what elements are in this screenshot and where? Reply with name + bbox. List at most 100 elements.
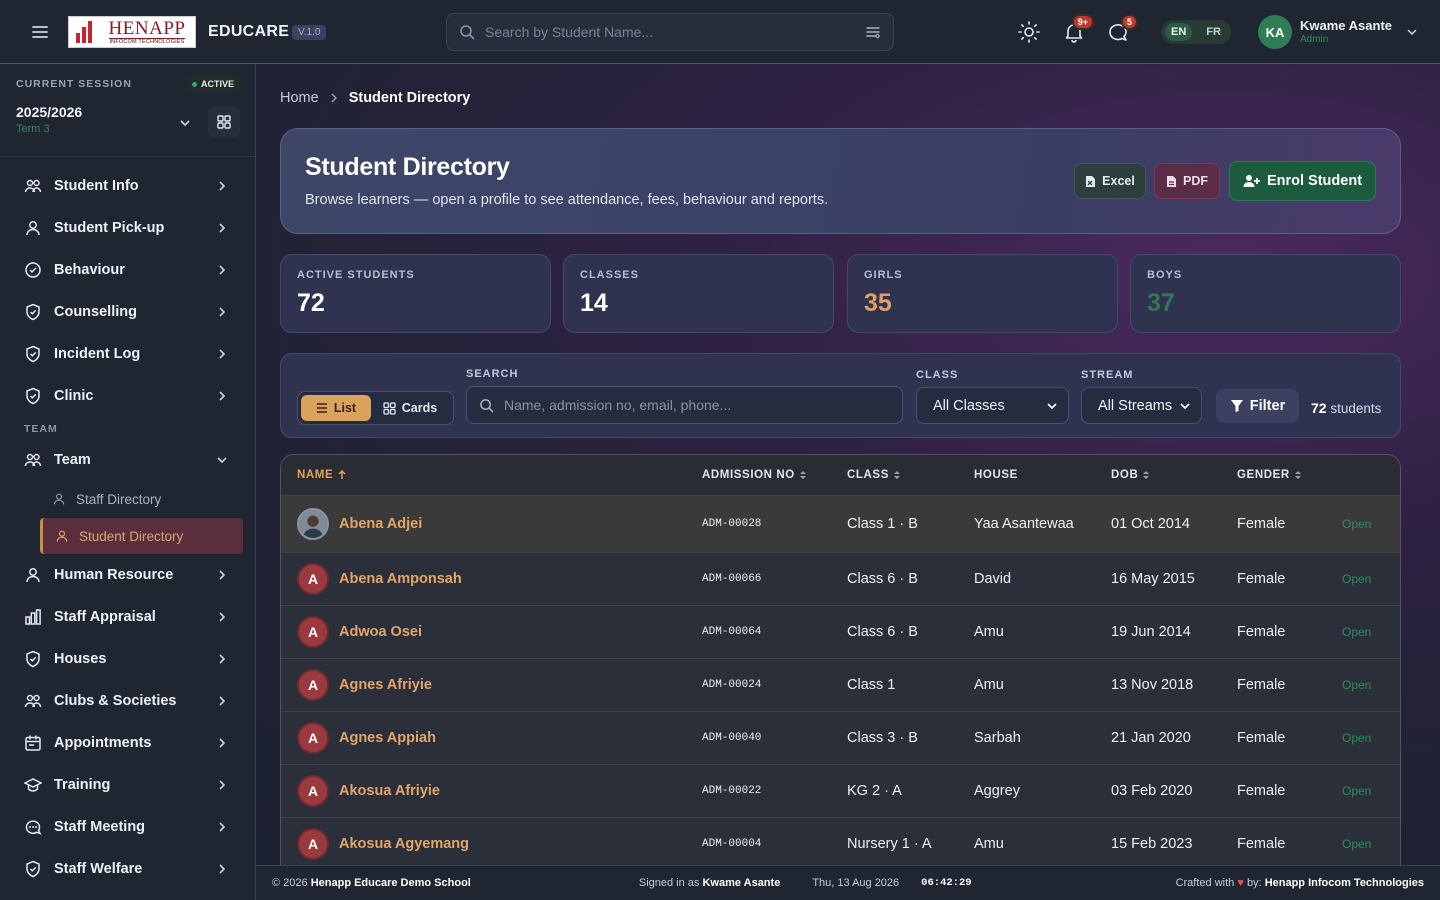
filter-button-label: Filter: [1249, 398, 1286, 414]
sort-icon: [1142, 470, 1150, 480]
sort-dob-header[interactable]: DOB: [1111, 469, 1237, 481]
apps-grid-button[interactable]: [208, 106, 240, 138]
search-icon: [459, 24, 475, 40]
breadcrumb-home-link[interactable]: Home: [280, 90, 319, 106]
top-bar: HENAPP INFOCOM TECHNOLOGIES EDUCARE V.1.…: [0, 0, 1440, 64]
sort-arrow-up-icon: [337, 470, 347, 480]
export-excel-button[interactable]: Excel: [1074, 163, 1146, 199]
sidebar-item-cpd-professional[interactable]: CPD / Professional: [0, 890, 255, 900]
crafted-prefix: Crafted with: [1175, 877, 1235, 889]
open-profile-link[interactable]: Open: [1342, 572, 1371, 586]
lang-en-button[interactable]: EN: [1165, 23, 1193, 41]
open-profile-link[interactable]: Open: [1342, 784, 1371, 798]
status-dot-icon: [191, 81, 197, 87]
table-row[interactable]: A Agnes Afriyie ADM-00024 Class 1 Amu 13 …: [281, 659, 1400, 712]
export-pdf-button[interactable]: PDF: [1154, 163, 1220, 199]
student-initial-avatar: A: [297, 775, 329, 807]
stream-select[interactable]: All Streams: [1081, 387, 1202, 424]
table-row[interactable]: A Agnes Appiah ADM-00040 Class 3 · B Sarb…: [281, 712, 1400, 765]
open-profile-link[interactable]: Open: [1342, 517, 1371, 531]
user-menu[interactable]: KA Kwame Asante Admin: [1258, 15, 1418, 49]
enrol-student-button[interactable]: Enrol Student: [1229, 161, 1376, 201]
version-badge: V.1.0: [292, 25, 327, 40]
calendar-icon: [24, 734, 42, 752]
sidebar-item-clubs-and-societies[interactable]: Clubs & Societies: [0, 680, 255, 722]
footer-signed-in: Signed in as Kwame Asante: [639, 877, 780, 889]
list-icon: [316, 403, 334, 413]
sidebar-item-appointments[interactable]: Appointments: [0, 722, 255, 764]
result-count-number: 72: [1311, 400, 1327, 416]
chevron-right-icon: [215, 389, 229, 403]
sidebar-item-label: Staff Appraisal: [54, 609, 156, 625]
student-name-link[interactable]: Agnes Appiah: [339, 730, 436, 746]
sidebar-item-staff-welfare[interactable]: Staff Welfare: [0, 848, 255, 890]
sidebar-item-student-pick-up[interactable]: Student Pick-up: [0, 207, 255, 249]
sidebar-item-houses[interactable]: Houses: [0, 638, 255, 680]
table-row[interactable]: Abena Adjei ADM-00028 Class 1 · B Yaa As…: [281, 496, 1400, 553]
chevron-right-icon: [215, 568, 229, 582]
global-search-input[interactable]: [485, 24, 865, 40]
student-gender: Female: [1237, 677, 1286, 693]
filter-button[interactable]: Filter: [1216, 389, 1299, 423]
sort-name-header[interactable]: NAME: [281, 469, 702, 481]
view-cards-button[interactable]: Cards: [371, 395, 449, 421]
sidebar-item-clinic[interactable]: Clinic: [0, 375, 255, 417]
sidebar-item-counselling[interactable]: Counselling: [0, 291, 255, 333]
chevron-right-icon: [215, 305, 229, 319]
table-row[interactable]: A Akosua Afriyie ADM-00022 KG 2 · A Aggre…: [281, 765, 1400, 818]
messages-chat-icon[interactable]: 5: [1106, 14, 1138, 44]
menu-icon[interactable]: [30, 22, 50, 42]
student-class: Class 1: [847, 677, 896, 693]
admission-number: ADM-00040: [702, 732, 762, 744]
chevron-down-icon: [1406, 26, 1418, 38]
sidebar-item-human-resource[interactable]: Human Resource: [0, 554, 255, 596]
student-name-link[interactable]: Agnes Afriyie: [339, 677, 432, 693]
sidebar-item-staff-meeting[interactable]: Staff Meeting: [0, 806, 255, 848]
sidebar-item-incident-log[interactable]: Incident Log: [0, 333, 255, 375]
sidebar-item-label: Training: [54, 777, 111, 793]
filter-lines-icon[interactable]: [865, 24, 881, 40]
notifications-bell-icon[interactable]: 9+: [1062, 14, 1094, 44]
table-row[interactable]: A Adwoa Osei ADM-00064 Class 6 · B Amu 19…: [281, 606, 1400, 659]
student-name-link[interactable]: Akosua Afriyie: [339, 783, 440, 799]
sort-class-header[interactable]: CLASS: [847, 469, 974, 481]
users-icon: [24, 692, 42, 710]
open-profile-link[interactable]: Open: [1342, 731, 1371, 745]
henapp-logo[interactable]: HENAPP INFOCOM TECHNOLOGIES: [68, 16, 196, 48]
student-name-link[interactable]: Abena Amponsah: [339, 571, 462, 587]
view-list-button[interactable]: List: [301, 395, 371, 421]
stat-value: 35: [864, 289, 892, 317]
student-name-link[interactable]: Adwoa Osei: [339, 624, 422, 640]
open-profile-link[interactable]: Open: [1342, 625, 1371, 639]
open-profile-link[interactable]: Open: [1342, 837, 1371, 851]
sidebar-item-staff-appraisal[interactable]: Staff Appraisal: [0, 596, 255, 638]
sidebar-item-student-info[interactable]: Student Info: [0, 165, 255, 207]
shield-icon: [24, 860, 42, 878]
chevron-right-icon: [215, 694, 229, 708]
lang-fr-button[interactable]: FR: [1200, 23, 1227, 41]
sort-admission-header[interactable]: ADMISSION NO: [702, 469, 847, 481]
sidebar-item-team[interactable]: Team: [0, 439, 255, 481]
sidebar-item-label: Counselling: [54, 304, 137, 320]
table-row[interactable]: A Abena Amponsah ADM-00066 Class 6 · B Da…: [281, 553, 1400, 606]
sort-gender-header[interactable]: GENDER: [1237, 469, 1342, 481]
student-search-input[interactable]: [504, 397, 890, 413]
sidebar-subitem-staff-directory[interactable]: Staff Directory: [0, 481, 255, 517]
sidebar-item-behaviour[interactable]: Behaviour: [0, 249, 255, 291]
open-profile-link[interactable]: Open: [1342, 678, 1371, 692]
sidebar-subitem-student-directory[interactable]: Student Directory: [40, 518, 243, 554]
table-row[interactable]: A Akosua Agyemang ADM-00004 Nursery 1 · A…: [281, 818, 1400, 865]
student-name-link[interactable]: Abena Adjei: [339, 516, 422, 532]
student-name-link[interactable]: Akosua Agyemang: [339, 836, 469, 852]
student-gender: Female: [1237, 571, 1286, 587]
student-class: Class 1 · B: [847, 516, 918, 532]
chevron-right-icon: [215, 610, 229, 624]
footer-company-link[interactable]: Henapp Infocom Technologies: [1265, 877, 1424, 889]
theme-toggle-sun-icon[interactable]: [1017, 20, 1041, 44]
student-gender: Female: [1237, 836, 1286, 852]
class-select[interactable]: All Classes: [916, 387, 1069, 424]
sidebar-item-training[interactable]: Training: [0, 764, 255, 806]
student-initial-avatar: A: [297, 828, 329, 860]
session-dropdown-chevron-icon[interactable]: [178, 116, 192, 130]
stat-value: 37: [1147, 289, 1175, 317]
